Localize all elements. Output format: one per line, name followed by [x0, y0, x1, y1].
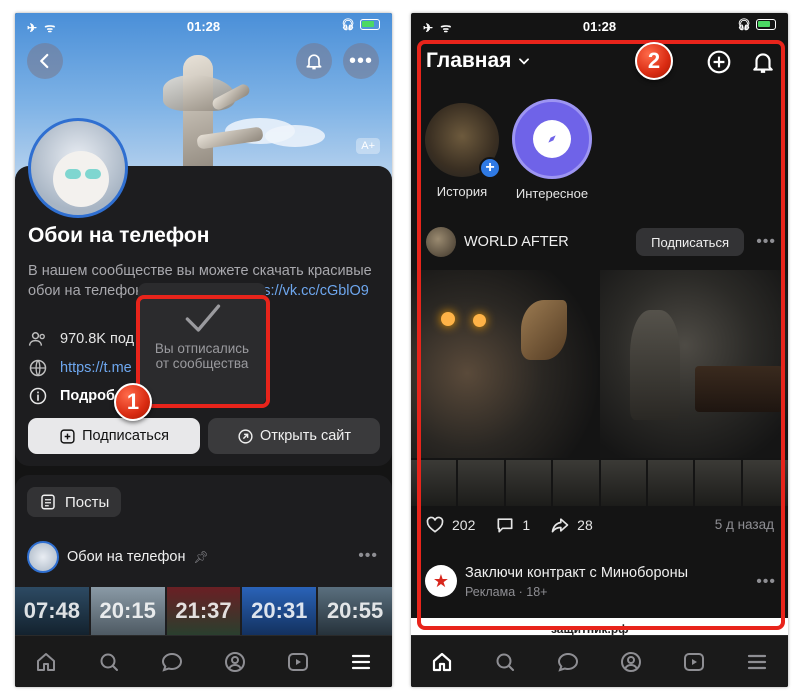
community-avatar[interactable]: [28, 118, 128, 218]
post-author: Обои на телефон: [67, 549, 186, 565]
wallpaper-thumb[interactable]: 20:55: [318, 587, 392, 635]
wallpaper-thumb[interactable]: 21:37: [166, 587, 241, 635]
info-icon: [28, 386, 48, 406]
document-icon: [41, 494, 55, 510]
status-bar: ✈ ᯤ 01:28 🎧︎: [411, 13, 788, 39]
people-icon: [28, 329, 48, 349]
video-icon: [683, 652, 704, 671]
wallpaper-preview-strip: 07:48 20:15 21:37 20:31 20:55: [15, 587, 392, 635]
status-time: 01:28: [186, 19, 221, 34]
members-row[interactable]: 970.8K под: [28, 329, 134, 349]
status-bar: ✈ ᯤ 01:28 🎧︎: [15, 13, 392, 39]
tab-search[interactable]: [491, 648, 519, 676]
highlight-box-toast: [136, 295, 270, 408]
more-button[interactable]: •••: [343, 43, 379, 79]
home-icon: [37, 652, 56, 671]
tab-home[interactable]: [32, 648, 60, 676]
home-icon: [433, 652, 452, 671]
headphones-icon: 🎧︎: [737, 19, 751, 31]
members-count: 970.8K под: [60, 331, 135, 347]
site-link[interactable]: https://t.me: [60, 360, 132, 376]
wallpaper-thumb[interactable]: 20:31: [242, 587, 317, 635]
post-author-avatar: [27, 541, 59, 573]
tab-profile[interactable]: [617, 648, 645, 676]
wallpaper-thumb[interactable]: 07:48: [15, 587, 89, 635]
back-button[interactable]: [27, 43, 63, 79]
posts-tab[interactable]: Посты: [27, 487, 122, 517]
chevron-left-icon: [40, 53, 49, 69]
community-title: Обои на телефон: [28, 224, 210, 247]
tab-search[interactable]: [95, 648, 123, 676]
profile-icon: [620, 651, 641, 672]
status-time: 01:28: [582, 19, 617, 34]
profile-icon: [224, 651, 245, 672]
video-icon: [287, 652, 308, 671]
notifications-button[interactable]: [296, 43, 332, 79]
subscribe-button[interactable]: Подписаться: [28, 418, 200, 454]
tab-video[interactable]: [284, 648, 312, 676]
tab-video[interactable]: [680, 648, 708, 676]
details-label: Подроб: [60, 388, 115, 404]
post-header[interactable]: Обои на телефон 📌︎: [27, 541, 209, 573]
bell-icon: [306, 54, 322, 70]
globe-icon: [28, 358, 48, 378]
chat-icon: [558, 652, 579, 672]
post-more-icon[interactable]: •••: [358, 547, 378, 565]
tab-messages[interactable]: [554, 648, 582, 676]
details-row[interactable]: Подроб: [28, 386, 115, 406]
step-marker-1: 1: [114, 383, 152, 421]
highlight-box-feed: [417, 40, 785, 630]
menu-icon: [351, 654, 370, 669]
tab-profile[interactable]: [221, 648, 249, 676]
external-link-icon: [238, 428, 253, 444]
menu-icon: [747, 654, 766, 669]
search-icon: [496, 653, 515, 671]
battery-icon: [360, 19, 380, 30]
more-icon: •••: [348, 49, 373, 72]
site-row[interactable]: https://t.me: [28, 358, 132, 378]
tab-home[interactable]: [428, 648, 456, 676]
search-icon: [100, 653, 119, 671]
step-marker-2: 2: [635, 42, 673, 80]
pin-icon: 📌︎: [193, 550, 209, 564]
headphones-icon: 🎧︎: [341, 19, 355, 31]
chat-icon: [162, 652, 183, 672]
plus-square-icon: [60, 428, 75, 444]
wallpaper-thumb[interactable]: 20:15: [90, 587, 165, 635]
tab-menu[interactable]: [743, 648, 771, 676]
battery-icon: [756, 19, 776, 30]
tab-bar: [15, 635, 392, 687]
tab-messages[interactable]: [158, 648, 186, 676]
open-site-button[interactable]: Открыть сайт: [208, 418, 380, 454]
font-size-badge[interactable]: A+: [356, 138, 380, 154]
tab-bar: [411, 635, 788, 687]
tab-menu[interactable]: [347, 648, 375, 676]
